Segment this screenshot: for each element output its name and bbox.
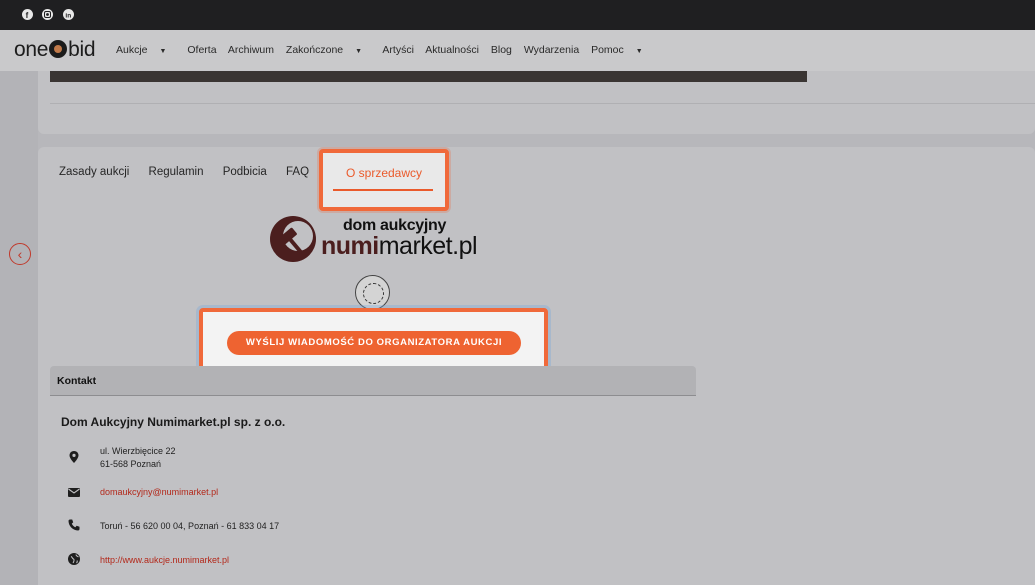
back-arrow-button[interactable]: ‹: [9, 243, 31, 265]
tab-podbicia[interactable]: Podbicia: [223, 166, 267, 178]
seller-logo-title: numimarket.pl: [321, 232, 478, 261]
location-pin-icon: [69, 451, 79, 463]
tab-active-label: O sprzedawcy: [345, 166, 423, 180]
linkedin-icon[interactable]: in: [63, 9, 74, 20]
website-link[interactable]: http://www.aukcje.numimarket.pl: [100, 554, 229, 567]
phone-icon: [68, 519, 80, 531]
onebid-logo[interactable]: one bid: [14, 38, 96, 62]
instagram-icon[interactable]: [42, 9, 53, 20]
contact-heading: Kontakt: [50, 366, 696, 396]
tab-regulamin[interactable]: Regulamin: [149, 166, 204, 178]
caret-down-icon: ▼: [355, 48, 363, 55]
seller-seal-emblem: [355, 275, 390, 310]
caret-down-icon: ▼: [159, 48, 167, 55]
address: ul. Wierzbięcice 22 61-568 Poznań: [100, 445, 176, 470]
seller-logo-bold: numi: [321, 232, 379, 260]
logo-dot-icon: [49, 40, 68, 58]
nav-label: Pomoc: [591, 44, 624, 56]
nav-item-aukcje[interactable]: Aukcje ▼: [116, 44, 175, 56]
left-gutter: [0, 71, 38, 585]
address-line1: ul. Wierzbięcice 22: [100, 446, 176, 456]
gavel-logo-icon: [270, 216, 316, 262]
send-message-button[interactable]: WYŚLIJ WIADOMOŚĆ DO ORGANIZATORA AUKCJI: [227, 331, 521, 355]
email-link[interactable]: domaukcyjny@numimarket.pl: [100, 486, 218, 499]
nav-item-artysci[interactable]: Artyści: [382, 44, 414, 56]
main-navbar: one bid Aukcje ▼ Oferta Archiwum Zakończon…: [0, 30, 1035, 72]
globe-icon: [68, 553, 80, 565]
auction-image-card: [38, 71, 1035, 134]
nav-item-zakonczone[interactable]: Zakończone ▼: [286, 44, 371, 56]
logo-text-bid: bid: [68, 38, 96, 61]
seller-logo-rest: market.pl: [378, 232, 478, 260]
tab-faq[interactable]: FAQ: [286, 166, 309, 178]
nav-item-archiwum[interactable]: Archiwum: [228, 44, 274, 56]
nav-item-wydarzenia[interactable]: Wydarzenia: [524, 44, 579, 56]
chevron-left-icon: ‹: [17, 246, 23, 262]
svg-text:f: f: [26, 11, 29, 20]
nav-menu: Aukcje ▼ Oferta Archiwum Zakończone ▼ Arty…: [116, 44, 661, 56]
phone-numbers: Toruń - 56 620 00 04, Poznań - 61 833 04…: [100, 521, 280, 531]
nav-item-blog[interactable]: Blog: [491, 44, 512, 56]
nav-item-aktualnosci[interactable]: Aktualności: [425, 44, 479, 56]
divider: [50, 103, 1035, 104]
mail-icon: [68, 488, 80, 497]
tab-active-underline: [333, 189, 433, 191]
nav-item-oferta[interactable]: Oferta: [187, 44, 216, 56]
tab-zasady-aukcji[interactable]: Zasady aukcji: [59, 166, 129, 178]
info-tabs: Zasady aukcji Regulamin Podbicia FAQ: [59, 166, 325, 178]
nav-label: Aukcje: [116, 44, 148, 56]
auction-image: [50, 71, 807, 82]
social-bar: f in: [0, 0, 1035, 30]
facebook-icon[interactable]: f: [22, 9, 33, 20]
tab-o-sprzedawcy[interactable]: O sprzedawcy: [319, 149, 449, 211]
logo-text-one: one: [14, 38, 49, 61]
nav-label: Zakończone: [285, 44, 344, 56]
company-name: Dom Aukcyjny Numimarket.pl sp. z o.o.: [61, 415, 286, 429]
nav-item-pomoc[interactable]: Pomoc ▼: [591, 44, 652, 56]
address-line2: 61-568 Poznań: [100, 458, 162, 469]
svg-text:in: in: [65, 13, 71, 20]
seller-logo: dom aukcyjny numimarket.pl: [268, 214, 483, 264]
caret-down-icon: ▼: [635, 48, 643, 55]
